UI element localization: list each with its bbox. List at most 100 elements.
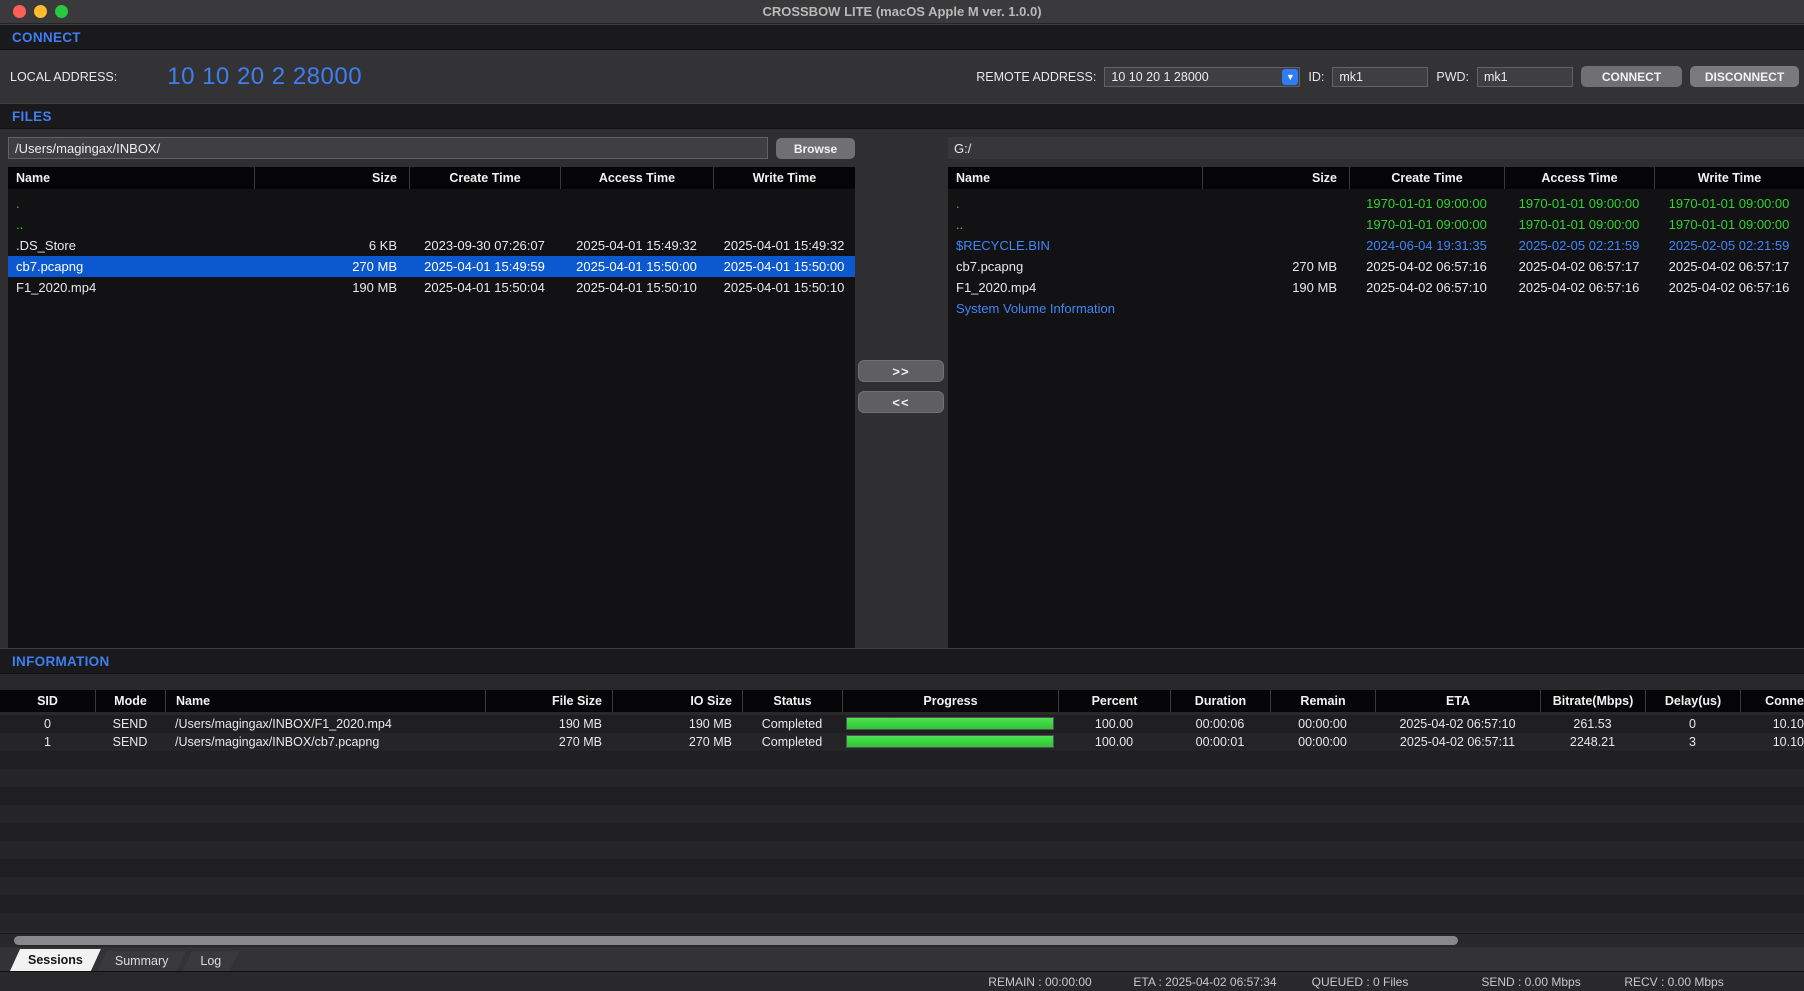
connect-section-label: CONNECT: [12, 30, 81, 45]
column-header-name[interactable]: Name: [165, 690, 485, 712]
column-header-name[interactable]: Name: [948, 167, 1202, 189]
progress-bar: [846, 735, 1054, 748]
connect-button[interactable]: CONNECT: [1581, 66, 1682, 87]
session-conn: 10.10: [1740, 715, 1804, 733]
information-section-label: INFORMATION: [12, 654, 110, 669]
column-header-bitrate-mbps-[interactable]: Bitrate(Mbps): [1540, 690, 1645, 712]
local-path-input[interactable]: [8, 137, 768, 159]
tab-summary[interactable]: Summary: [97, 951, 186, 971]
session-duration: 00:00:06: [1170, 715, 1270, 733]
file-row[interactable]: .: [8, 193, 855, 214]
file-size: 190 MB: [254, 277, 409, 298]
traffic-lights: [0, 5, 68, 18]
file-create-time: [409, 193, 560, 214]
remote-address-combobox[interactable]: ▼: [1104, 67, 1300, 87]
remote-address-input[interactable]: [1104, 67, 1300, 87]
session-row[interactable]: 1SEND/Users/magingax/INBOX/cb7.pcapng270…: [0, 733, 1804, 751]
file-row[interactable]: $RECYCLE.BIN2024-06-04 19:31:352025-02-0…: [948, 235, 1804, 256]
column-header-sid[interactable]: SID: [0, 690, 95, 712]
file-row[interactable]: System Volume Information: [948, 298, 1804, 319]
session-remain: 00:00:00: [1270, 715, 1375, 733]
close-button[interactable]: [13, 5, 26, 18]
file-row[interactable]: .1970-01-01 09:00:001970-01-01 09:00:001…: [948, 193, 1804, 214]
column-header-size[interactable]: Size: [254, 167, 409, 189]
session-mode: SEND: [95, 733, 165, 751]
send-right-button[interactable]: >>: [858, 360, 944, 382]
column-header-conne[interactable]: Conne: [1740, 690, 1804, 712]
file-size: 6 KB: [254, 235, 409, 256]
local-address-group: LOCAL ADDRESS: 10 10 20 2 28000: [10, 63, 362, 91]
browse-button[interactable]: Browse: [776, 138, 855, 159]
column-header-duration[interactable]: Duration: [1170, 690, 1270, 712]
file-row[interactable]: cb7.pcapng270 MB2025-04-02 06:57:162025-…: [948, 256, 1804, 277]
window-title: CROSSBOW LITE (macOS Apple M ver. 1.0.0): [0, 4, 1804, 19]
send-left-button[interactable]: <<: [858, 391, 944, 413]
files-panel: Browse NameSizeCreate TimeAccess TimeWri…: [0, 129, 1804, 648]
empty-row: [0, 823, 1804, 841]
disconnect-button[interactable]: DISCONNECT: [1690, 66, 1799, 87]
id-field[interactable]: [1332, 67, 1428, 87]
column-header-access-time[interactable]: Access Time: [560, 167, 713, 189]
column-header-remain[interactable]: Remain: [1270, 690, 1375, 712]
remote-file-table-rows: .1970-01-01 09:00:001970-01-01 09:00:001…: [948, 189, 1804, 319]
session-conn: 10.10: [1740, 733, 1804, 751]
tab-log[interactable]: Log: [182, 951, 239, 971]
column-header-create-time[interactable]: Create Time: [1349, 167, 1504, 189]
title-bar: CROSSBOW LITE (macOS Apple M ver. 1.0.0): [0, 0, 1804, 24]
column-header-io-size[interactable]: IO Size: [612, 690, 742, 712]
file-row[interactable]: ..: [8, 214, 855, 235]
transfer-buttons: >> <<: [858, 360, 944, 413]
file-create-time: 2025-04-02 06:57:16: [1349, 256, 1504, 277]
file-access-time: 2025-04-01 15:49:32: [560, 235, 713, 256]
local-address-label: LOCAL ADDRESS:: [10, 70, 117, 84]
column-header-mode[interactable]: Mode: [95, 690, 165, 712]
status-bar: REMAIN : 00:00:00 ETA : 2025-04-02 06:57…: [0, 971, 1804, 991]
column-header-percent[interactable]: Percent: [1058, 690, 1170, 712]
minimize-button[interactable]: [34, 5, 47, 18]
column-header-write-time[interactable]: Write Time: [1654, 167, 1804, 189]
file-create-time: 2025-04-02 06:57:10: [1349, 277, 1504, 298]
column-header-create-time[interactable]: Create Time: [409, 167, 560, 189]
chevron-down-icon[interactable]: ▼: [1282, 69, 1298, 85]
empty-row: [0, 895, 1804, 913]
file-size: 190 MB: [1202, 277, 1349, 298]
file-row[interactable]: F1_2020.mp4190 MB2025-04-02 06:57:102025…: [948, 277, 1804, 298]
column-header-name[interactable]: Name: [8, 167, 254, 189]
file-write-time: 2025-04-01 15:50:10: [713, 277, 855, 298]
zoom-button[interactable]: [55, 5, 68, 18]
horizontal-scrollbar-thumb[interactable]: [14, 936, 1458, 945]
column-header-eta[interactable]: ETA: [1375, 690, 1540, 712]
pwd-field[interactable]: [1477, 67, 1573, 87]
file-name: .: [8, 193, 254, 214]
session-progress-cell: [842, 715, 1058, 733]
file-create-time: 1970-01-01 09:00:00: [1349, 214, 1504, 235]
file-create-time: 2025-04-01 15:49:59: [409, 256, 560, 277]
column-header-access-time[interactable]: Access Time: [1504, 167, 1654, 189]
file-name: $RECYCLE.BIN: [948, 235, 1202, 256]
column-header-size[interactable]: Size: [1202, 167, 1349, 189]
remote-file-table-header: NameSizeCreate TimeAccess TimeWrite Time: [948, 167, 1804, 189]
file-row[interactable]: F1_2020.mp4190 MB2025-04-01 15:50:042025…: [8, 277, 855, 298]
file-name: .DS_Store: [8, 235, 254, 256]
file-row[interactable]: .DS_Store6 KB2023-09-30 07:26:072025-04-…: [8, 235, 855, 256]
column-header-status[interactable]: Status: [742, 690, 842, 712]
file-size: [1202, 298, 1349, 319]
file-access-time: 2025-04-02 06:57:16: [1504, 277, 1654, 298]
file-row[interactable]: cb7.pcapng270 MB2025-04-01 15:49:592025-…: [8, 256, 855, 277]
file-access-time: 1970-01-01 09:00:00: [1504, 214, 1654, 235]
column-header-write-time[interactable]: Write Time: [713, 167, 855, 189]
session-eta: 2025-04-02 06:57:10: [1375, 715, 1540, 733]
file-write-time: 2025-04-01 15:50:00: [713, 256, 855, 277]
remote-files-panel: G:/ NameSizeCreate TimeAccess TimeWrite …: [948, 137, 1804, 648]
information-section-header: INFORMATION: [0, 648, 1804, 674]
session-delay: 3: [1645, 733, 1740, 751]
file-size: 270 MB: [254, 256, 409, 277]
file-row[interactable]: ..1970-01-01 09:00:001970-01-01 09:00:00…: [948, 214, 1804, 235]
session-file-size: 190 MB: [485, 715, 612, 733]
column-header-progress[interactable]: Progress: [842, 690, 1058, 712]
file-create-time: [1349, 298, 1504, 319]
column-header-file-size[interactable]: File Size: [485, 690, 612, 712]
column-header-delay-us-[interactable]: Delay(us): [1645, 690, 1740, 712]
session-row[interactable]: 0SEND/Users/magingax/INBOX/F1_2020.mp419…: [0, 715, 1804, 733]
tab-sessions[interactable]: Sessions: [10, 949, 101, 971]
